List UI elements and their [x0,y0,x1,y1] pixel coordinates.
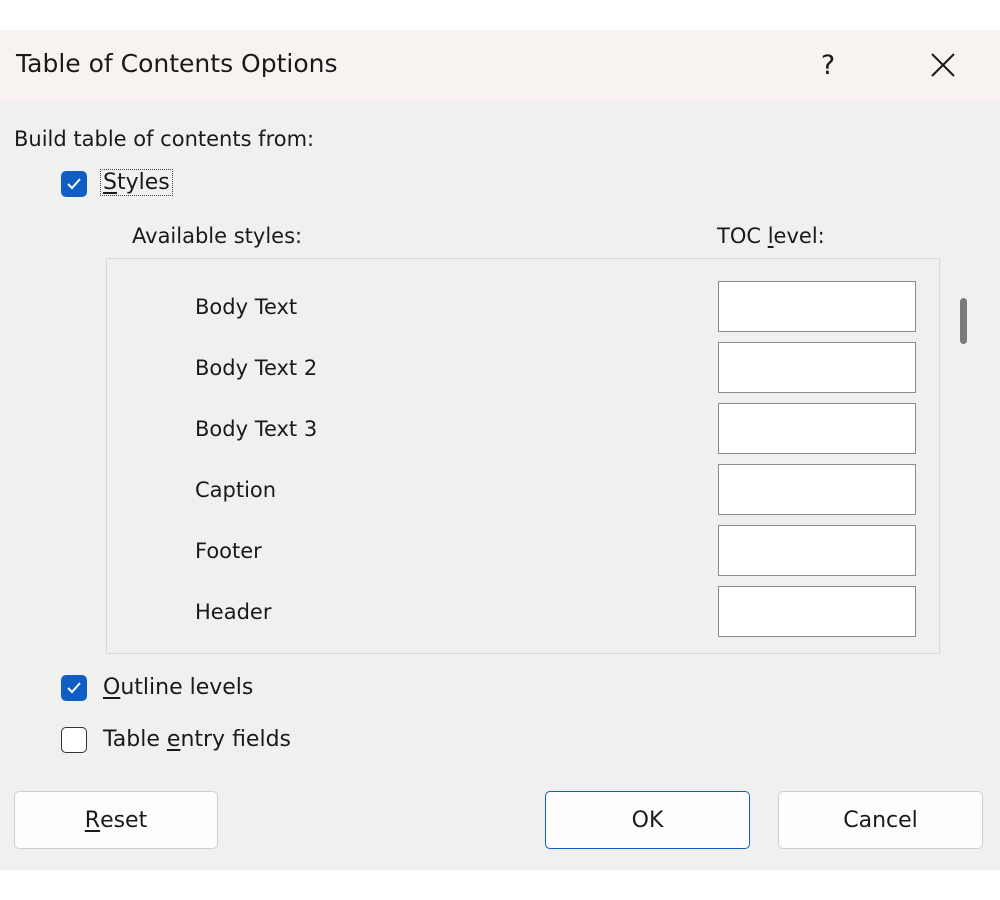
toc-level-input[interactable] [718,464,916,515]
toc-level-input[interactable] [718,281,916,332]
cancel-button[interactable]: Cancel [778,791,983,849]
style-name: Body Text 3 [195,417,318,441]
table-entry-fields-checkbox[interactable] [61,727,87,753]
scrollbar-thumb[interactable] [960,298,967,344]
toc-options-dialog: Table of Contents Options ? Build table … [0,30,1000,870]
checkmark-icon [67,682,81,694]
available-styles-header: Available styles: [132,224,303,248]
ok-button[interactable]: OK [545,791,750,849]
reset-button[interactable]: Reset [14,791,218,849]
toc-level-input[interactable] [718,586,916,637]
toc-level-header: TOC level: [717,224,825,248]
style-name: Footer [195,539,262,563]
style-name: Caption [195,478,277,502]
close-button[interactable] [912,40,974,90]
table-entry-fields-label[interactable]: Table entry fields [103,727,291,752]
close-icon [931,53,955,77]
style-name: Body Text [195,295,298,319]
toc-level-input[interactable] [718,403,916,454]
styles-list[interactable]: Body Text Body Text 2 Body Text 3 Captio… [106,258,940,654]
styles-checkbox[interactable] [61,171,87,197]
toc-level-input[interactable] [718,525,916,576]
outline-levels-checkbox[interactable] [61,675,87,701]
styles-checkbox-label[interactable]: Styles [100,169,173,196]
help-button[interactable]: ? [800,40,856,90]
help-icon: ? [820,49,836,81]
style-name: Header [195,600,272,624]
outline-levels-label[interactable]: Outline levels [103,675,253,700]
title-bar: Table of Contents Options ? [0,30,1000,100]
checkmark-icon [67,178,81,190]
dialog-title: Table of Contents Options [16,49,338,78]
build-from-label: Build table of contents from: [14,127,315,151]
toc-level-input[interactable] [718,342,916,393]
style-name: Body Text 2 [195,356,318,380]
